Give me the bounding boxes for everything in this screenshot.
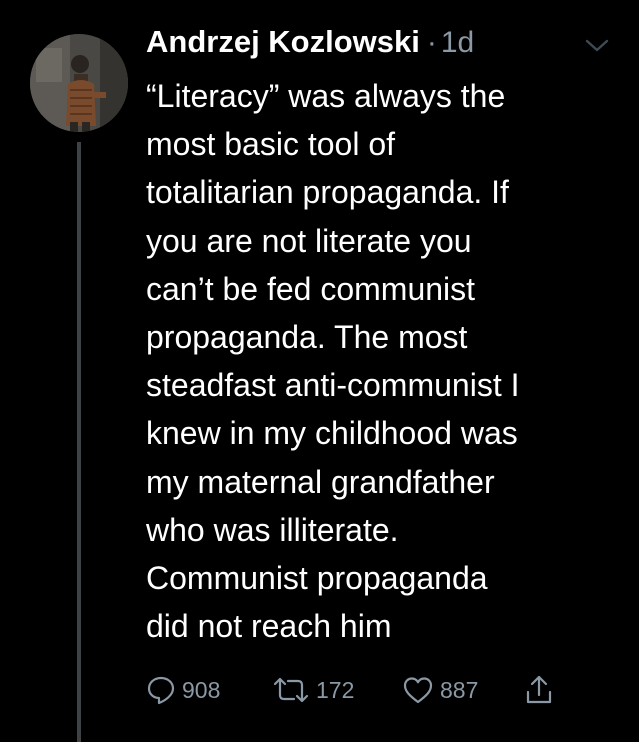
heart-icon bbox=[403, 677, 433, 704]
tweet-header: Andrzej Kozlowski · 1d bbox=[146, 24, 474, 64]
author-name[interactable]: Andrzej Kozlowski bbox=[146, 24, 420, 60]
reply-count: 908 bbox=[182, 676, 221, 703]
chevron-down-icon bbox=[585, 39, 609, 52]
retweet-icon bbox=[273, 677, 309, 703]
tweet-text-line: knew in my childhood was bbox=[146, 415, 518, 452]
share-icon bbox=[526, 675, 552, 704]
retweet-button[interactable]: 172 bbox=[272, 668, 354, 712]
share-button[interactable] bbox=[524, 668, 554, 712]
tweet-text-line: propaganda. The most bbox=[146, 319, 468, 356]
tweet-text-line: “Literacy” was always the bbox=[146, 78, 506, 114]
timestamp[interactable]: 1d bbox=[441, 26, 474, 60]
separator-dot: · bbox=[426, 26, 437, 59]
reply-button[interactable]: 908 bbox=[146, 668, 220, 712]
tweet-text-line: my maternal grandfather bbox=[146, 463, 495, 500]
tweet-text-line: totalitarian propaganda. If bbox=[146, 174, 509, 211]
tweet-text-line: did not reach him bbox=[146, 608, 392, 645]
like-button[interactable]: 887 bbox=[402, 668, 478, 712]
retweet-count: 172 bbox=[316, 676, 355, 703]
avatar-photo bbox=[30, 34, 128, 132]
thread-line bbox=[77, 142, 81, 742]
tweet-actions: 908 172 887 bbox=[146, 668, 586, 712]
tweet-text: “Literacy” was always the most basic too… bbox=[146, 72, 616, 650]
like-count: 887 bbox=[440, 676, 479, 703]
tweet-text-line: you are not literate you bbox=[146, 222, 472, 259]
tweet[interactable]: Andrzej Kozlowski · 1d “Literacy” was al… bbox=[0, 0, 639, 742]
avatar[interactable] bbox=[30, 34, 128, 132]
tweet-text-line: most basic tool of bbox=[146, 126, 395, 163]
tweet-text-line: who was illiterate. bbox=[146, 511, 399, 548]
tweet-text-line: steadfast anti-communist I bbox=[146, 367, 520, 404]
reply-icon bbox=[147, 676, 175, 705]
tweet-menu-button[interactable] bbox=[582, 34, 612, 56]
tweet-text-line: can’t be fed communist bbox=[146, 270, 476, 307]
tweet-text-line: Communist propaganda bbox=[146, 560, 488, 597]
